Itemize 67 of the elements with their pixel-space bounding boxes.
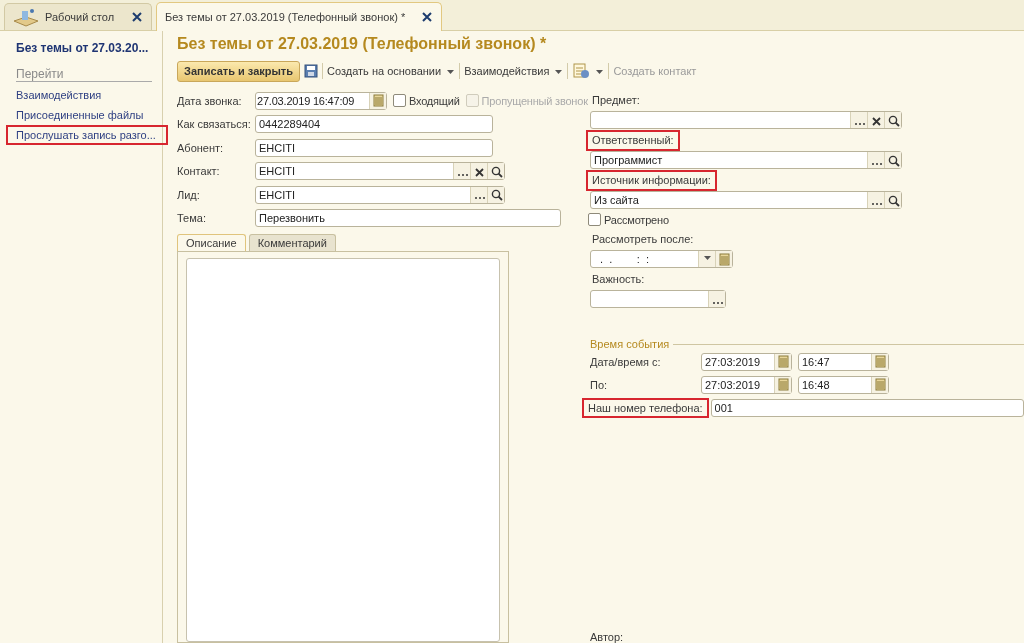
input-text[interactable]: 27.03.2019 16:47:09 bbox=[256, 94, 369, 107]
input-text[interactable]: 16:48 bbox=[799, 378, 871, 391]
input-field[interactable]: Из сайта bbox=[590, 191, 902, 209]
input-field[interactable]: EHCITI bbox=[255, 185, 505, 204]
field-label: Источник информации: bbox=[586, 170, 717, 191]
section-heading: Перейти bbox=[16, 67, 152, 82]
field-label: Как связаться: bbox=[177, 118, 252, 131]
search-icon[interactable] bbox=[489, 188, 503, 202]
save-icon[interactable] bbox=[304, 64, 319, 78]
field-label: Контакт: bbox=[177, 165, 221, 178]
checkbox-label: Входящий bbox=[409, 94, 460, 107]
document-icon bbox=[572, 63, 591, 79]
field-label: Лид: bbox=[177, 188, 201, 201]
input-text[interactable]: 16:47 bbox=[799, 355, 871, 368]
search-icon[interactable] bbox=[886, 153, 900, 167]
tab[interactable]: Комментарий bbox=[248, 234, 336, 251]
save-close-button[interactable]: Записать и закрыть bbox=[177, 60, 301, 82]
input-field[interactable]: 27:03:2019 bbox=[701, 352, 792, 371]
field-label: Важность: bbox=[591, 272, 646, 287]
field-label: Абонент: bbox=[177, 141, 225, 154]
field-label: Наш номер телефона: bbox=[582, 397, 709, 418]
input-text[interactable]: 27:03:2019 bbox=[702, 378, 774, 391]
form-title: Без темы от 27.03.2019 (Телефонный звонок) * bbox=[177, 35, 548, 54]
group-title: Время события bbox=[590, 338, 670, 350]
input-field[interactable]: 27:03:2019 bbox=[701, 375, 792, 394]
field-label: Автор: bbox=[590, 631, 624, 643]
field-label: Ответственный: bbox=[586, 130, 680, 151]
menu-button[interactable]: Создать на основании bbox=[327, 65, 456, 77]
input-text[interactable]: EHCITI bbox=[256, 165, 453, 178]
desk-icon bbox=[13, 7, 39, 27]
menu-button[interactable]: Взаимодействия bbox=[464, 65, 564, 77]
search-icon[interactable] bbox=[489, 164, 503, 178]
input-text[interactable]: . . : : bbox=[591, 253, 698, 265]
field-label: Рассмотреть после: bbox=[591, 232, 695, 247]
sidebar-link[interactable]: Прослушать запись разго... bbox=[6, 125, 168, 145]
checkbox-label: Пропущенный звонок bbox=[481, 94, 588, 107]
input-field[interactable]: EHCITI bbox=[255, 162, 505, 181]
field-label: Дата/время с: bbox=[590, 355, 662, 368]
search-icon[interactable] bbox=[886, 193, 900, 207]
close-icon[interactable] bbox=[131, 11, 143, 23]
input-text[interactable]: EHCITI bbox=[256, 188, 470, 201]
field-label: Тема: bbox=[177, 212, 207, 225]
checkbox[interactable] bbox=[393, 94, 406, 108]
input-field[interactable]: 27.03.2019 16:47:09 bbox=[255, 91, 387, 110]
field-label: Предмет: bbox=[591, 93, 641, 108]
tab[interactable]: Описание bbox=[177, 234, 246, 251]
input-field[interactable]: 16:47 bbox=[798, 352, 889, 371]
input-field[interactable]: . . : : bbox=[590, 250, 733, 268]
input-field[interactable] bbox=[590, 111, 902, 129]
input-text[interactable]: Программист bbox=[591, 154, 867, 166]
sidebar-link[interactable]: Присоединенные файлы bbox=[6, 105, 156, 125]
field-label: Дата звонка: bbox=[177, 94, 243, 107]
tab[interactable]: Рабочий стол bbox=[4, 3, 152, 30]
field-label: По: bbox=[590, 378, 609, 391]
report-menu-button[interactable] bbox=[572, 63, 605, 79]
sidebar-title: Без темы от 27.03.20... bbox=[16, 41, 149, 55]
input-field[interactable]: Программист bbox=[590, 151, 902, 169]
search-icon[interactable] bbox=[886, 113, 900, 127]
input-field[interactable]: 16:48 bbox=[798, 375, 889, 394]
input-text[interactable]: 27:03:2019 bbox=[702, 355, 774, 368]
checkbox[interactable] bbox=[588, 213, 601, 226]
close-icon[interactable] bbox=[421, 11, 434, 23]
sidebar-link[interactable]: Взаимодействия bbox=[6, 85, 114, 105]
input-text[interactable]: Из сайта bbox=[591, 194, 867, 206]
tab[interactable]: Без темы от 27.03.2019 (Телефонный звонок) * bbox=[156, 2, 443, 31]
checkbox-label: Рассмотрено bbox=[604, 213, 669, 226]
input-field[interactable] bbox=[590, 290, 726, 308]
